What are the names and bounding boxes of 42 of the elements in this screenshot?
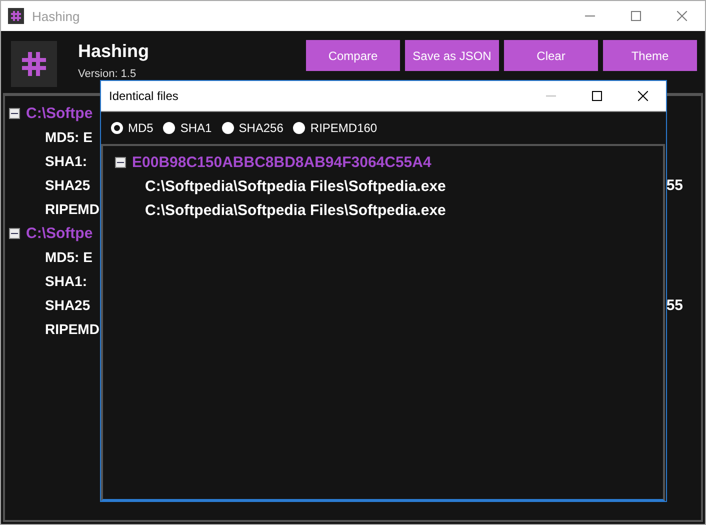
- hash-value-tail: 55: [666, 176, 683, 194]
- radio-label[interactable]: SHA256: [238, 121, 284, 135]
- radio-label[interactable]: SHA1: [180, 121, 212, 135]
- hash-icon: [8, 8, 24, 24]
- radio-button[interactable]: [163, 122, 176, 134]
- toolbar-button[interactable]: Clear: [504, 40, 598, 71]
- file-path[interactable]: C:\Softpe: [26, 224, 93, 242]
- minimize-icon: [585, 15, 595, 17]
- hash-entry[interactable]: RIPEMD: [45, 321, 100, 337]
- hash-entry[interactable]: SHA1:: [45, 273, 88, 289]
- hash-entry[interactable]: MD5: E: [45, 249, 92, 265]
- radio-button[interactable]: [293, 122, 306, 134]
- dialog-title: Identical files: [109, 89, 178, 103]
- file-path[interactable]: C:\Softpedia\Softpedia Files\Softpedia.exe: [145, 202, 446, 218]
- toolbar-button[interactable]: Theme: [603, 40, 697, 71]
- radio-button[interactable]: [111, 122, 123, 134]
- hash-entry[interactable]: SHA25: [45, 177, 90, 193]
- collapse-toggle[interactable]: [9, 108, 20, 118]
- close-icon: [638, 91, 648, 101]
- maximize-icon: [592, 91, 602, 101]
- radio-label[interactable]: MD5: [128, 121, 154, 135]
- hash-entry[interactable]: SHA25: [45, 297, 90, 313]
- hash-value[interactable]: E00B98C150ABBC8BD8AB94F3064C55A4: [132, 154, 432, 170]
- file-path[interactable]: C:\Softpedia\Softpedia Files\Softpedia.exe: [145, 178, 446, 194]
- hash-entry[interactable]: RIPEMD: [45, 201, 100, 217]
- file-path[interactable]: C:\Softpe: [26, 104, 93, 122]
- hash-entry[interactable]: SHA1:: [45, 153, 88, 169]
- window-title: Hashing: [32, 8, 80, 24]
- app-title: Hashing: [78, 41, 150, 62]
- version-label: Version: 1.5: [78, 68, 138, 80]
- radio-button[interactable]: [222, 122, 234, 134]
- toolbar-button[interactable]: Compare: [306, 40, 400, 71]
- toolbar-button[interactable]: Save as JSON: [405, 40, 499, 71]
- collapse-toggle[interactable]: [9, 228, 20, 238]
- hash-entry[interactable]: MD5: E: [45, 129, 92, 145]
- radio-label[interactable]: RIPEMD160: [310, 121, 378, 135]
- collapse-toggle[interactable]: [115, 156, 126, 168]
- close-icon: [677, 11, 687, 21]
- maximize-icon: [631, 11, 641, 21]
- hash-logo-icon: [11, 41, 57, 87]
- minimize-icon: [546, 95, 556, 97]
- hash-value-tail: 55: [666, 296, 683, 314]
